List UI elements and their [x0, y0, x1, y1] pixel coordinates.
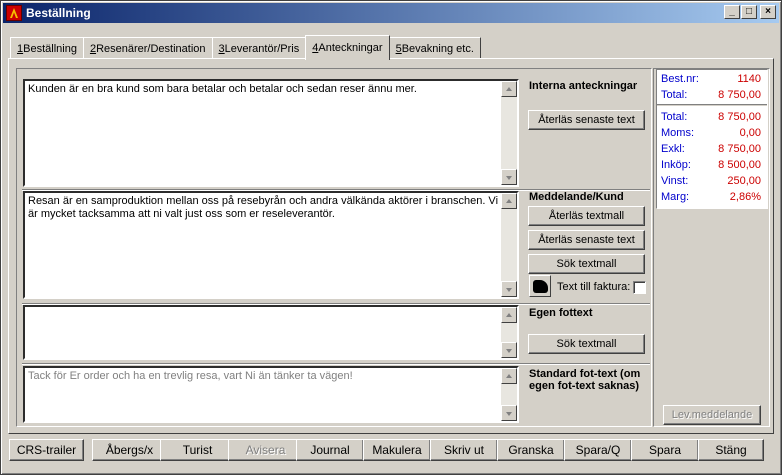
scroll-up-icon[interactable] — [501, 307, 517, 323]
price-summary-panel: Best.nr: 1140 Total: 8 750,00 Total: 8 7… — [656, 69, 768, 209]
restore-latest-internal-button[interactable]: Återläs senaste text — [528, 110, 645, 130]
standard-footer-label: Standard fot-text (om egen fot-text sakn… — [529, 368, 641, 392]
supplier-message-button[interactable]: Lev.meddelande — [663, 405, 761, 425]
booking-number-row: Best.nr: 1140 — [661, 73, 761, 85]
tab-supplier-price[interactable]: 3 Leverantör/Pris — [211, 37, 307, 59]
vat-row: Moms: 0,00 — [661, 127, 761, 139]
own-footer-label: Egen fottext — [529, 307, 593, 319]
arrow-icon — [533, 280, 548, 293]
cancel-order-button[interactable]: Makulera — [363, 439, 431, 461]
bottom-toolbar: CRS-trailer Åbergs/x Turist Avisera Jour… — [8, 439, 774, 461]
text-to-invoice-checkbox[interactable] — [633, 281, 646, 294]
minimize-button[interactable]: _ — [724, 5, 740, 19]
customer-message-label: Meddelande/Kund — [529, 191, 624, 203]
scroll-down-icon[interactable] — [501, 169, 517, 185]
scroll-up-icon[interactable] — [501, 81, 517, 97]
close-window-button[interactable]: Stäng — [698, 439, 764, 461]
tab-order[interactable]: 1 Beställning — [10, 37, 84, 59]
notify-button[interactable]: Avisera — [228, 439, 303, 461]
maximize-button[interactable]: □ — [741, 5, 757, 19]
own-footer-textarea[interactable] — [23, 305, 519, 360]
total-row: Total: 8 750,00 — [661, 89, 761, 101]
scroll-up-icon[interactable] — [501, 368, 517, 384]
window-title: Beställning — [26, 6, 91, 20]
tab-monitoring[interactable]: 5 Bevakning etc. — [388, 37, 481, 59]
app-logo-icon — [6, 5, 22, 21]
restore-latest-message-button[interactable]: Återläs senaste text — [528, 230, 645, 250]
crs-trailer-button[interactable]: CRS-trailer — [9, 439, 84, 461]
internal-notes-label: Interna anteckningar — [529, 80, 638, 92]
tourist-button[interactable]: Turist — [160, 439, 235, 461]
print-button[interactable]: Skriv ut — [430, 439, 498, 461]
insert-arrow-button[interactable] — [529, 275, 551, 297]
divider — [657, 104, 767, 106]
standard-footer-textarea[interactable]: Tack för Er order och ha en trevlig resa… — [23, 366, 519, 423]
tab-strip: 1 Beställning 2 Resenärer/Destination 3 … — [10, 35, 481, 60]
margin-row: Marg: 2,86% — [661, 191, 761, 203]
scrollbar[interactable] — [501, 368, 517, 421]
review-button[interactable]: Granska — [497, 439, 565, 461]
save-button[interactable]: Spara — [631, 439, 699, 461]
scrollbar[interactable] — [501, 307, 517, 358]
scrollbar[interactable] — [501, 81, 517, 185]
save-q-button[interactable]: Spara/Q — [564, 439, 632, 461]
divider — [22, 363, 650, 365]
tab-travelers-destination[interactable]: 2 Resenärer/Destination — [82, 37, 213, 59]
scroll-down-icon[interactable] — [501, 405, 517, 421]
journal-button[interactable]: Journal — [296, 439, 364, 461]
scroll-down-icon[interactable] — [501, 342, 517, 358]
profit-row: Vinst: 250,00 — [661, 175, 761, 187]
text-to-invoice-label: Text till faktura: — [557, 281, 631, 293]
search-template-footer-button[interactable]: Sök textmall — [528, 334, 645, 354]
scrollbar[interactable] — [501, 193, 517, 297]
title-bar: Beställning _ □ × — [3, 3, 779, 23]
abergs-button[interactable]: Åbergs/x — [92, 439, 167, 461]
close-button[interactable]: × — [760, 5, 776, 19]
excl-row: Exkl: 8 750,00 — [661, 143, 761, 155]
customer-message-textarea[interactable]: Resan är en samproduktion mellan oss på … — [23, 191, 519, 299]
restore-template-button[interactable]: Återläs textmall — [528, 206, 645, 226]
purchase-row: Inköp: 8 500,00 — [661, 159, 761, 171]
total-row: Total: 8 750,00 — [661, 111, 761, 123]
search-template-button[interactable]: Sök textmall — [528, 254, 645, 274]
scroll-up-icon[interactable] — [501, 193, 517, 209]
internal-notes-textarea[interactable]: Kunden är en bra kund som bara betalar o… — [23, 79, 519, 187]
order-window: Beställning _ □ × 1 Beställning 2 Resenä… — [0, 0, 782, 475]
scroll-down-icon[interactable] — [501, 281, 517, 297]
tab-notes[interactable]: 4 Anteckningar — [305, 35, 390, 60]
